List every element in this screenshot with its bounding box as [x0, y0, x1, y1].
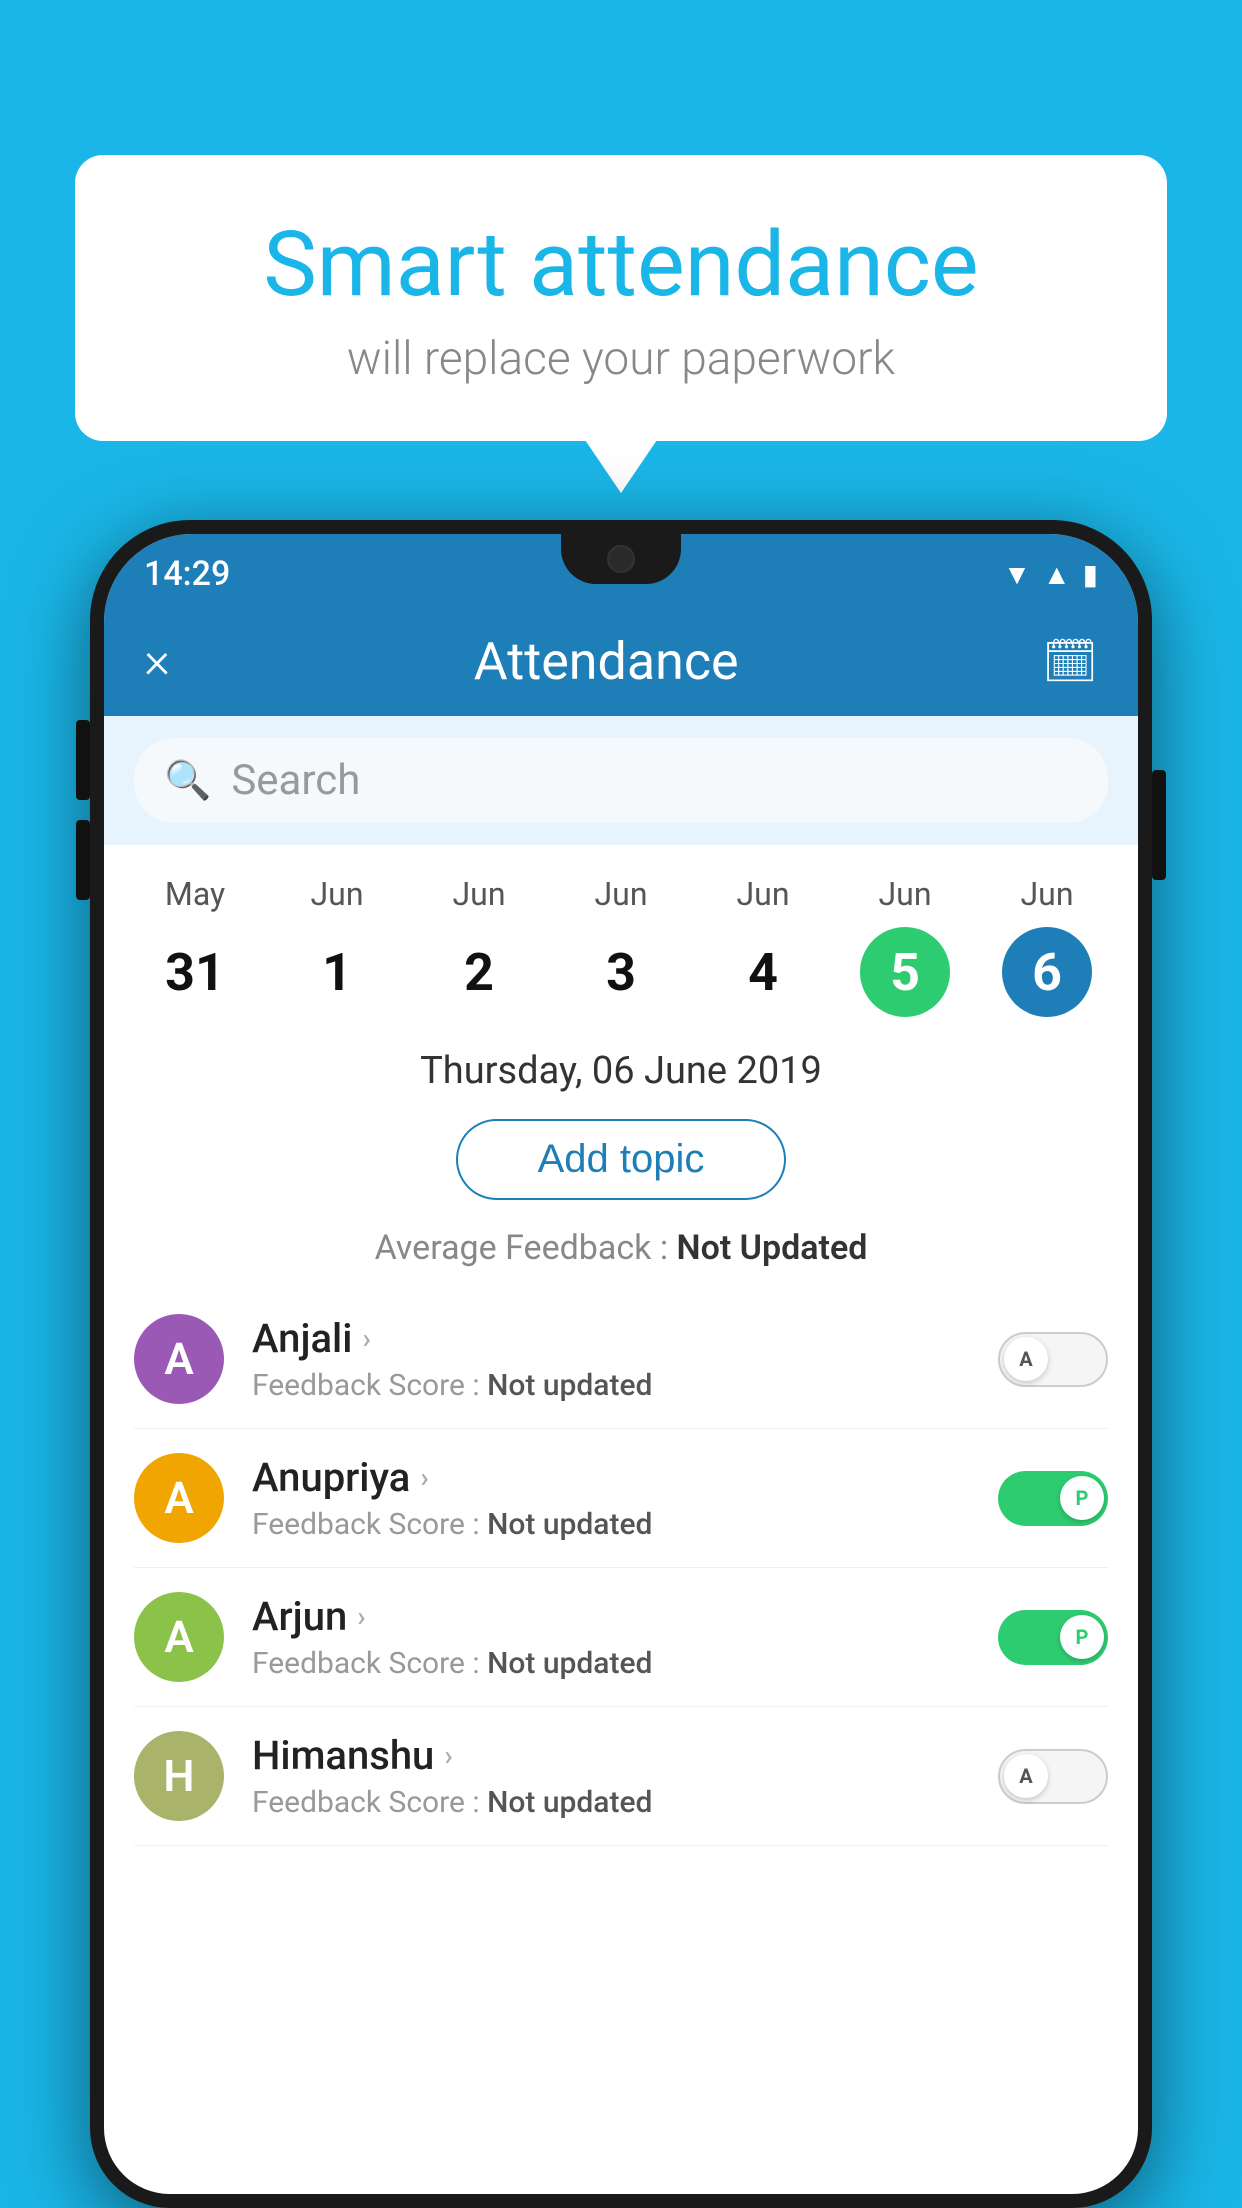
cal-month-label: May — [165, 875, 225, 913]
attendance-toggle[interactable]: A — [998, 1749, 1108, 1804]
phone-notch — [561, 534, 681, 584]
student-item[interactable]: A Anupriya› Feedback Score : Not updated P — [134, 1429, 1108, 1568]
student-name: Anjali› — [252, 1315, 970, 1362]
calendar-icon[interactable]: 🗓 — [1042, 635, 1098, 687]
cal-month-label: Jun — [1021, 875, 1074, 913]
calendar-day[interactable]: Jun 4 — [703, 875, 823, 1017]
phone-vol-up — [76, 720, 90, 800]
phone-vol-down — [76, 820, 90, 900]
toggle-on[interactable]: P — [998, 1471, 1108, 1526]
calendar-day[interactable]: Jun 2 — [419, 875, 539, 1017]
avg-feedback: Average Feedback : Not Updated — [104, 1220, 1138, 1290]
student-avatar: A — [134, 1314, 224, 1404]
close-button[interactable]: × — [144, 632, 170, 690]
feedback-score: Feedback Score : Not updated — [252, 1368, 970, 1403]
student-name: Arjun› — [252, 1593, 970, 1640]
cal-date-number[interactable]: 5 — [860, 927, 950, 1017]
student-info: Himanshu› Feedback Score : Not updated — [252, 1732, 970, 1820]
feedback-score: Feedback Score : Not updated — [252, 1785, 970, 1820]
selected-date: Thursday, 06 June 2019 — [104, 1027, 1138, 1109]
feedback-score: Feedback Score : Not updated — [252, 1507, 970, 1542]
signal-icon: ▲ — [1043, 558, 1071, 591]
cal-date-number[interactable]: 6 — [1002, 927, 1092, 1017]
student-info: Anupriya› Feedback Score : Not updated — [252, 1454, 970, 1542]
student-avatar: A — [134, 1453, 224, 1543]
calendar-day[interactable]: Jun 6 — [987, 875, 1107, 1017]
attendance-toggle[interactable]: P — [998, 1471, 1108, 1526]
toggle-knob: A — [1004, 1337, 1048, 1381]
search-icon: 🔍 — [164, 759, 211, 803]
phone-container: 14:29 ▼ ▲ ▮ × Attendance 🗓 🔍 Search — [90, 520, 1152, 2208]
cal-date-number[interactable]: 31 — [150, 927, 240, 1017]
cal-date-number[interactable]: 1 — [292, 927, 382, 1017]
cal-month-label: Jun — [737, 875, 790, 913]
phone-camera — [607, 545, 635, 573]
chevron-icon: › — [444, 1739, 452, 1772]
speech-title: Smart attendance — [155, 215, 1087, 314]
calendar-day[interactable]: Jun 5 — [845, 875, 965, 1017]
cal-date-number[interactable]: 2 — [434, 927, 524, 1017]
search-container: 🔍 Search — [104, 716, 1138, 845]
battery-icon: ▮ — [1083, 558, 1098, 591]
toggle-on[interactable]: P — [998, 1610, 1108, 1665]
toggle-knob: A — [1004, 1754, 1048, 1798]
toggle-off[interactable]: A — [998, 1332, 1108, 1387]
calendar-day[interactable]: Jun 1 — [277, 875, 397, 1017]
calendar-strip: May 31 Jun 1 Jun 2 Jun 3 Jun 4 Jun 5 Jun 6 — [104, 845, 1138, 1027]
student-info: Arjun› Feedback Score : Not updated — [252, 1593, 970, 1681]
speech-subtitle: will replace your paperwork — [155, 332, 1087, 386]
toggle-off[interactable]: A — [998, 1749, 1108, 1804]
student-name: Anupriya› — [252, 1454, 970, 1501]
calendar-day[interactable]: May 31 — [135, 875, 255, 1017]
cal-date-number[interactable]: 4 — [718, 927, 808, 1017]
phone-power — [1152, 770, 1166, 880]
wifi-icon: ▼ — [1003, 558, 1031, 591]
student-avatar: H — [134, 1731, 224, 1821]
add-topic-container: Add topic — [104, 1109, 1138, 1220]
toggle-knob: P — [1060, 1615, 1104, 1659]
student-name: Himanshu› — [252, 1732, 970, 1779]
app-header: × Attendance 🗓 — [104, 606, 1138, 716]
student-item[interactable]: H Himanshu› Feedback Score : Not updated A — [134, 1707, 1108, 1846]
cal-month-label: Jun — [595, 875, 648, 913]
chevron-icon: › — [420, 1461, 428, 1494]
toggle-knob: P — [1060, 1476, 1104, 1520]
feedback-score: Feedback Score : Not updated — [252, 1646, 970, 1681]
status-time: 14:29 — [144, 554, 230, 594]
speech-bubble: Smart attendance will replace your paper… — [75, 155, 1167, 441]
cal-date-number[interactable]: 3 — [576, 927, 666, 1017]
phone-shell: 14:29 ▼ ▲ ▮ × Attendance 🗓 🔍 Search — [90, 520, 1152, 2208]
avg-feedback-value: Not Updated — [677, 1228, 868, 1268]
avg-feedback-label: Average Feedback : — [375, 1228, 669, 1268]
status-icons: ▼ ▲ ▮ — [1003, 558, 1098, 591]
cal-month-label: Jun — [453, 875, 506, 913]
search-input[interactable]: Search — [231, 756, 360, 805]
calendar-day[interactable]: Jun 3 — [561, 875, 681, 1017]
attendance-toggle[interactable]: P — [998, 1610, 1108, 1665]
student-info: Anjali› Feedback Score : Not updated — [252, 1315, 970, 1403]
chevron-icon: › — [362, 1322, 370, 1355]
cal-month-label: Jun — [311, 875, 364, 913]
student-item[interactable]: A Anjali› Feedback Score : Not updated A — [134, 1290, 1108, 1429]
add-topic-button[interactable]: Add topic — [456, 1119, 787, 1200]
attendance-toggle[interactable]: A — [998, 1332, 1108, 1387]
chevron-icon: › — [357, 1600, 365, 1633]
header-title: Attendance — [474, 631, 739, 692]
student-avatar: A — [134, 1592, 224, 1682]
student-item[interactable]: A Arjun› Feedback Score : Not updated P — [134, 1568, 1108, 1707]
search-bar[interactable]: 🔍 Search — [134, 738, 1108, 823]
cal-month-label: Jun — [879, 875, 932, 913]
speech-bubble-section: Smart attendance will replace your paper… — [75, 155, 1167, 441]
student-list: AAnjali›Feedback Score : Not updatedAAAn… — [104, 1290, 1138, 1846]
phone-screen: 14:29 ▼ ▲ ▮ × Attendance 🗓 🔍 Search — [104, 534, 1138, 2194]
